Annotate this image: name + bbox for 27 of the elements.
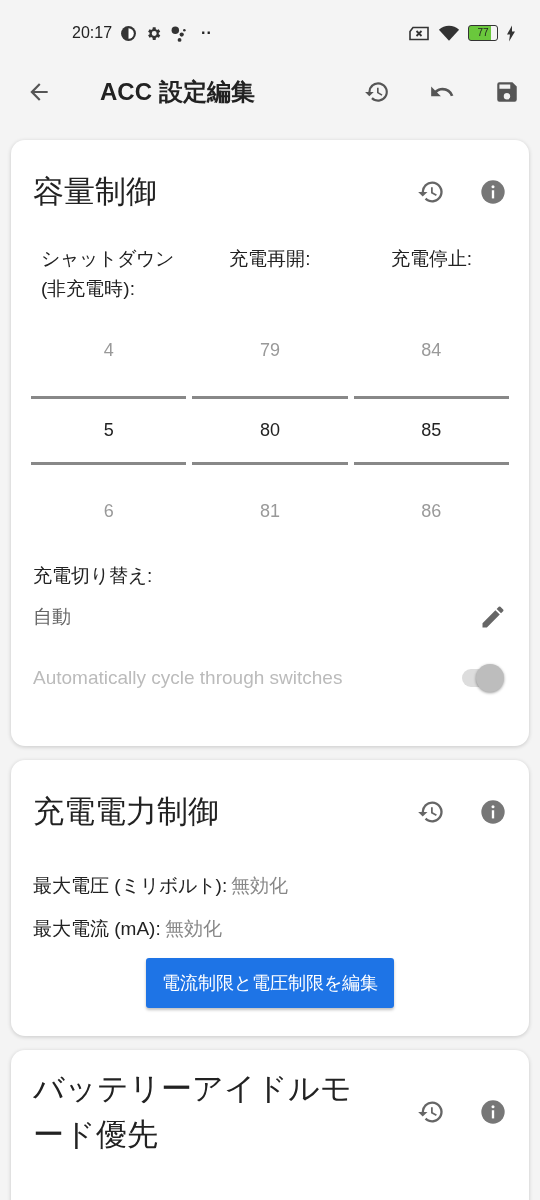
edit-limits-button[interactable]: 電流制限と電圧制限を編集 [146, 958, 394, 1008]
card-title: 容量制御 [33, 173, 158, 211]
battery-icon: 77 [468, 25, 498, 41]
picker-label: 充電再開: [228, 247, 312, 271]
field-value: 自動 [33, 605, 71, 629]
clock: 20:17 [72, 24, 113, 42]
card-title: バッテリーアイドルモード優先 [33, 1070, 353, 1154]
picker-value[interactable]: 80 [192, 396, 348, 465]
picker-option[interactable]: 84 [353, 304, 509, 396]
picker-label: シャットダウン (非充電時): [40, 247, 175, 301]
picker-option[interactable]: 6 [31, 465, 187, 557]
picker-value[interactable]: 5 [31, 396, 187, 465]
switch-label: Automatically cycle through switches [33, 667, 343, 689]
setting-label: 最大電圧 (ミリボルト): [33, 873, 228, 898]
card-title: 充電電力制御 [33, 793, 220, 831]
picker-option[interactable]: 79 [192, 304, 348, 396]
picker-option[interactable]: 86 [353, 465, 509, 557]
setting-value: 無効化 [164, 916, 222, 941]
field-label: 充電切り替え: [33, 564, 154, 588]
picker-option[interactable]: 81 [192, 465, 348, 557]
more-notifications: ·· [201, 24, 212, 42]
setting-value: 無効化 [231, 873, 289, 898]
page-title: ACC 設定編集 [100, 77, 255, 107]
picker-option[interactable]: 4 [31, 304, 187, 396]
picker-value[interactable]: 85 [353, 396, 509, 465]
picker-label: 充電停止: [389, 247, 473, 271]
setting-label: 最大電流 (mA): [33, 916, 161, 941]
